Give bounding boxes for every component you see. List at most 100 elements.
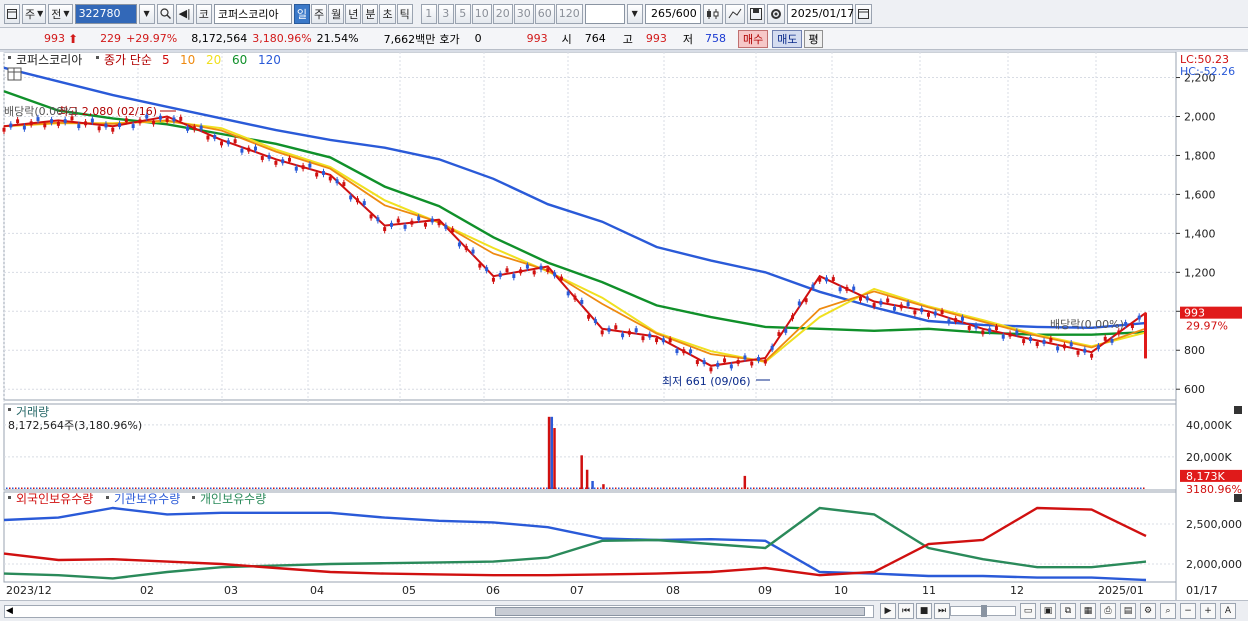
volume-bar [864, 487, 866, 489]
average-button[interactable]: 평 [804, 29, 823, 48]
candle-type-icon[interactable] [702, 3, 723, 24]
sell-button[interactable]: 매도 [772, 29, 803, 48]
buy-button[interactable]: 매수 [737, 29, 769, 48]
period-button[interactable]: 초 [379, 3, 396, 24]
volume-bar [228, 487, 230, 489]
price-panel[interactable] [3, 51, 1177, 401]
interval-button[interactable]: 3 [437, 3, 454, 24]
holdings-tick-label: 2,000,000 [1186, 558, 1242, 571]
volume-bar [585, 469, 589, 489]
font-icon[interactable]: A [1220, 603, 1236, 619]
candle-body [274, 160, 278, 165]
window-icon[interactable]: ▭ [1020, 603, 1036, 619]
volume-bar [870, 487, 872, 489]
candle-body [539, 265, 543, 270]
volume-bar [993, 487, 995, 489]
candle-body [512, 274, 516, 279]
prev-select[interactable]: 전 ▼ [48, 3, 73, 24]
interval-custom-input[interactable] [584, 3, 625, 24]
volume-panel[interactable] [3, 403, 1177, 491]
volume-bar [21, 487, 23, 489]
search-icon[interactable] [156, 3, 174, 24]
volume-bar [1140, 487, 1142, 489]
code-dropdown-icon[interactable]: ▼ [138, 3, 155, 24]
chart-area[interactable]: 2,2002,0001,8001,6001,4001,2001,00080060… [0, 51, 1248, 600]
candle-body [1062, 344, 1066, 349]
candle-body [16, 119, 20, 124]
volume-bar [309, 487, 311, 489]
interval-dropdown-icon[interactable]: ▼ [626, 3, 643, 24]
minus-icon[interactable]: − [1180, 603, 1196, 619]
candle-body [519, 269, 523, 274]
count-field[interactable]: 265/600 [644, 3, 701, 24]
volume-bar [1113, 487, 1115, 489]
horizontal-scrollbar[interactable]: ◀ [4, 605, 874, 618]
volume-bar [729, 487, 731, 489]
volume-bar [813, 487, 815, 489]
sound-icon[interactable]: ◀| [175, 3, 194, 24]
volume-bar [708, 487, 710, 489]
chart-layout-icon[interactable] [4, 3, 20, 24]
interval-button[interactable]: 1 [420, 3, 437, 24]
scroll-right-icon[interactable]: ▶ [880, 603, 896, 619]
volume-bar [180, 487, 182, 489]
candle-body [1110, 338, 1114, 343]
holdings-tick-label: 2,500,000 [1186, 518, 1242, 531]
volume-bar [951, 487, 953, 489]
volume-bar [354, 487, 356, 489]
grid-icon[interactable]: ▦ [1080, 603, 1096, 619]
save-icon[interactable] [746, 3, 765, 24]
print-icon[interactable]: ⎙ [1100, 603, 1116, 619]
interval-button[interactable]: 10 [471, 3, 492, 24]
volume-bar [24, 487, 26, 489]
rewind-icon[interactable]: ⏮ [898, 603, 914, 619]
volume-bar [834, 487, 836, 489]
copy-icon[interactable]: ⧉ [1060, 603, 1076, 619]
chart-svg[interactable]: 2,2002,0001,8001,6001,4001,2001,00080060… [0, 51, 1248, 600]
settings-icon[interactable]: ⚙ [1140, 603, 1156, 619]
volume-bar [114, 487, 116, 489]
interval-button[interactable]: 5 [454, 3, 471, 24]
last-price-tag: 993 [1184, 307, 1205, 320]
interval-button[interactable]: 30 [513, 3, 534, 24]
candle-body [186, 126, 190, 131]
candle-body [288, 157, 291, 162]
volume-bar [522, 487, 524, 489]
volume-bar [396, 487, 398, 489]
split-icon[interactable]: ▣ [1040, 603, 1056, 619]
volume-bar [81, 487, 83, 489]
image-icon[interactable]: ▤ [1120, 603, 1136, 619]
date-input[interactable]: 2025/01/17 [786, 3, 854, 24]
candle-body [729, 364, 733, 369]
hc-label: HC:-52.26 [1180, 65, 1235, 78]
candle-body [485, 267, 489, 272]
draw-line-icon[interactable] [724, 3, 745, 24]
interval-button[interactable]: 60 [534, 3, 555, 24]
plus-icon[interactable]: + [1200, 603, 1216, 619]
forward-icon[interactable]: ⏭ [934, 603, 950, 619]
period-button[interactable]: 주 [310, 3, 328, 24]
period-button[interactable]: 년 [345, 3, 362, 24]
calendar-icon[interactable] [854, 3, 872, 24]
legend-marker [96, 56, 99, 59]
type-select[interactable]: 주 ▼ [22, 3, 47, 24]
period-button[interactable]: 틱 [396, 3, 413, 24]
zoom-in-icon[interactable]: ⌕ [1160, 603, 1176, 619]
legend-marker [8, 56, 11, 59]
volume-bar [9, 487, 11, 489]
interval-button[interactable]: 120 [555, 3, 583, 24]
volume-bar [42, 487, 44, 489]
gear-icon[interactable] [766, 3, 785, 24]
code-input[interactable]: 322780 [74, 3, 137, 24]
stop-icon[interactable]: ■ [916, 603, 932, 619]
scroll-left-icon[interactable]: ◀ [6, 606, 13, 616]
period-button[interactable]: 월 [328, 3, 345, 24]
market-label[interactable]: 코 [195, 3, 212, 24]
volume-bar [798, 487, 800, 489]
scroll-thumb[interactable] [495, 607, 865, 616]
period-button[interactable]: 일 [293, 3, 310, 24]
interval-button[interactable]: 20 [492, 3, 513, 24]
volume-bar [942, 487, 944, 489]
period-button[interactable]: 분 [362, 3, 379, 24]
zoom-slider[interactable] [950, 605, 1016, 617]
